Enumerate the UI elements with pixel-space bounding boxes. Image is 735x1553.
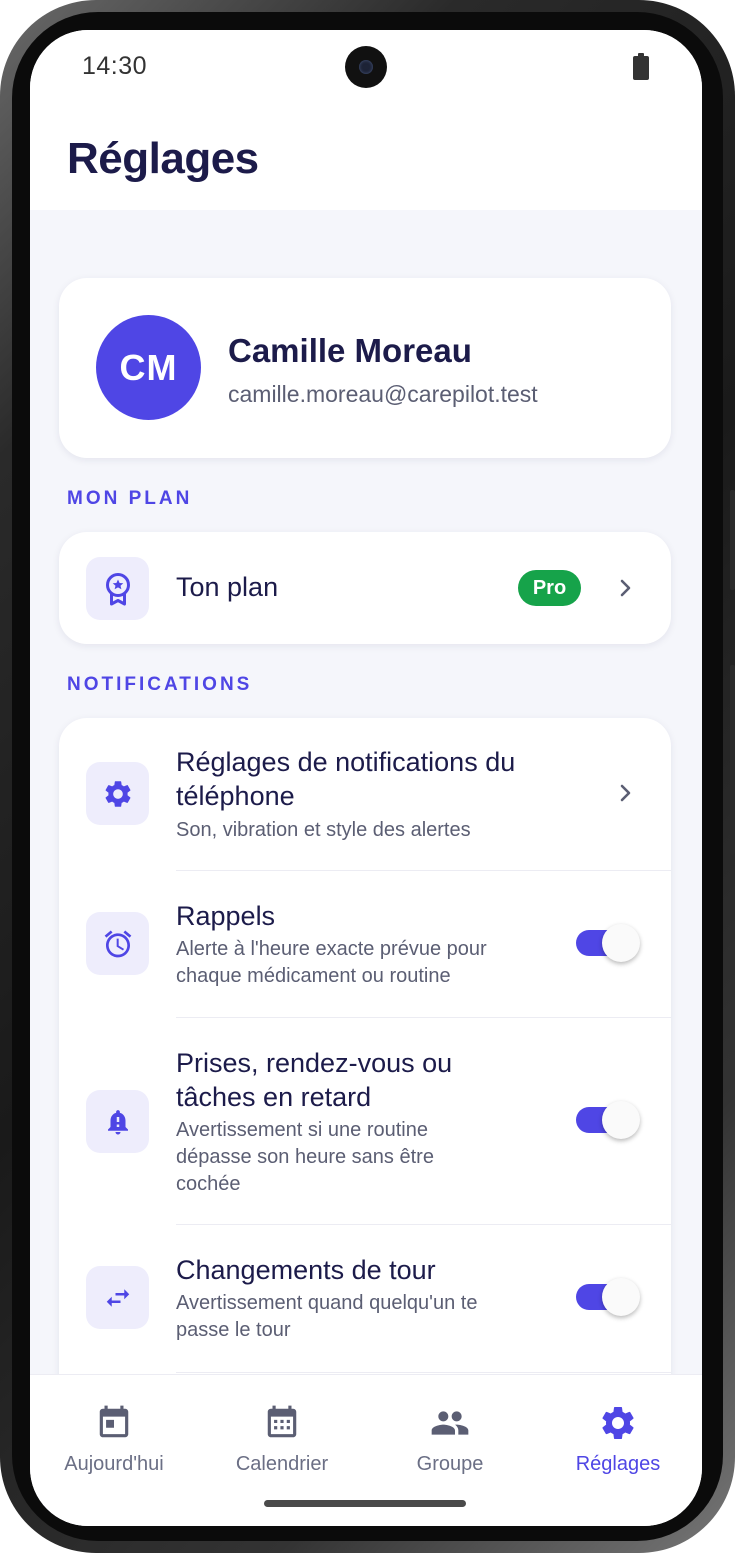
toggle-knob [602,1278,640,1316]
alarm-clock-icon [86,912,149,975]
status-bar: 14:30 [30,30,702,102]
row-subtitle: dépasse son heure sans être [176,1146,434,1168]
row-title: Changements de tour [176,1255,436,1285]
section-label-notifications: NOTIFICATIONS [67,674,253,695]
row-title: Rappels [176,901,276,931]
nav-item-group[interactable]: Groupe [366,1375,534,1495]
profile-email: camille.moreau@carepilot.test [228,381,538,407]
row-subtitle: cochée [176,1173,241,1195]
notifications-card: Réglages de notifications du téléphone S… [59,718,671,1438]
power-button [730,665,735,855]
gear-icon [86,762,149,825]
chevron-right-icon [616,783,636,803]
row-title: tâches en retard [176,1082,372,1112]
plan-badge: Pro [518,570,581,606]
nav-item-settings[interactable]: Réglages [534,1375,702,1495]
front-camera [345,46,387,88]
volume-button [730,490,735,590]
gear-icon [598,1403,638,1443]
nav-label: Groupe [416,1453,484,1475]
row-subtitle: Avertissement quand quelqu'un te [176,1292,478,1314]
row-title: Prises, rendez-vous ou [176,1048,453,1078]
nav-label: Calendrier [235,1453,329,1475]
award-icon [86,557,149,620]
row-subtitle: Avertissement si une routine [176,1119,428,1141]
row-subtitle: chaque médicament ou routine [176,965,451,987]
section-label-plan: MON PLAN [67,488,193,509]
row-title: Réglages de notifications du [176,747,516,777]
phone-frame: 14:30 Réglages CM Camille Moreau camille… [0,0,735,1553]
header: Réglages [30,102,702,210]
screen: 14:30 Réglages CM Camille Moreau camille… [30,30,702,1526]
row-subtitle: Alerte à l'heure exacte prévue pour [176,938,487,960]
row-subtitle: passe le tour [176,1319,291,1341]
divider [176,1017,671,1018]
calendar-today-icon [94,1403,134,1443]
toggle-knob [602,1101,640,1139]
nav-label: Réglages [575,1453,661,1475]
chevron-right-icon [616,578,636,598]
row-title: téléphone [176,781,295,811]
calendar-month-icon [262,1403,302,1443]
reminders-toggle[interactable] [576,924,640,962]
profile-card[interactable]: CM Camille Moreau camille.moreau@carepil… [59,278,671,458]
bell-alert-icon [86,1090,149,1153]
nav-item-calendar[interactable]: Calendrier [198,1375,366,1495]
toggle-knob [602,924,640,962]
plan-label: Ton plan [176,572,279,602]
swap-arrows-icon [86,1266,149,1329]
profile-name: Camille Moreau [228,332,472,369]
divider [176,1372,671,1373]
row-subtitle: Son, vibration et style des alertes [176,819,471,841]
battery-icon [633,53,649,80]
plan-row[interactable]: Ton plan Pro [59,532,671,644]
page-title: Réglages [67,134,259,183]
group-icon [430,1403,470,1443]
status-time: 14:30 [82,52,148,80]
nav-label: Aujourd'hui [64,1453,164,1475]
home-indicator[interactable] [264,1500,466,1507]
avatar: CM [96,315,201,420]
divider [176,1224,671,1225]
divider [176,870,671,871]
turn-changes-toggle[interactable] [576,1278,640,1316]
overdue-toggle[interactable] [576,1101,640,1139]
nav-item-today[interactable]: Aujourd'hui [30,1375,198,1495]
